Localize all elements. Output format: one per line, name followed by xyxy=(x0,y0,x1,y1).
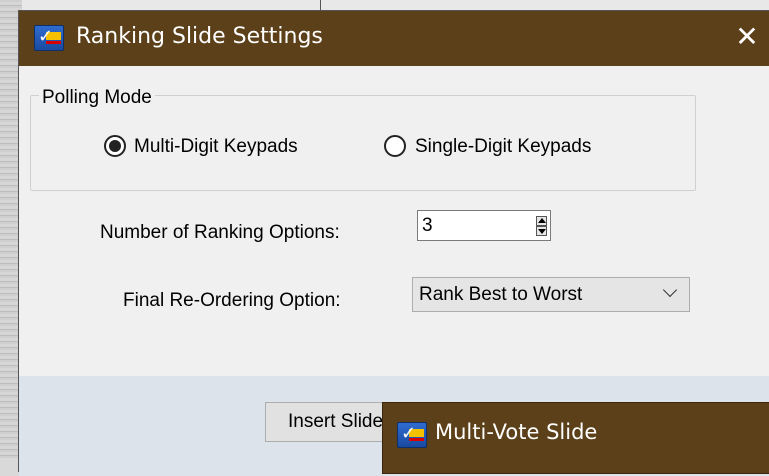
second-dialog-title: Multi-Vote Slide xyxy=(435,420,598,444)
radio-multi-digit-label[interactable]: Multi-Digit Keypads xyxy=(134,136,298,158)
ranking-slide-settings-dialog: ✓ Ranking Slide Settings ✕ Polling Mode … xyxy=(19,11,769,476)
stepper-down-icon[interactable] xyxy=(536,226,547,236)
ranking-options-label: Number of Ranking Options: xyxy=(100,222,340,243)
reorder-option-select[interactable]: Rank Best to Worst xyxy=(412,277,690,312)
radio-multi-digit[interactable] xyxy=(104,135,126,157)
polling-mode-group xyxy=(30,95,696,191)
ranking-options-value[interactable]: 3 xyxy=(422,215,433,237)
app-logo-icon: ✓ xyxy=(34,25,64,51)
reorder-option-value[interactable]: Rank Best to Worst xyxy=(419,284,582,306)
radio-single-digit[interactable] xyxy=(384,135,406,157)
radio-single-digit-label[interactable]: Single-Digit Keypads xyxy=(415,136,591,158)
close-button[interactable]: ✕ xyxy=(729,20,765,56)
multi-vote-slide-dialog: ✓ Multi-Vote Slide xyxy=(383,403,769,473)
stepper-up-icon[interactable] xyxy=(536,216,547,226)
ranking-options-stepper[interactable]: 3 xyxy=(417,210,551,241)
polling-mode-legend: Polling Mode xyxy=(39,87,155,109)
app-logo-icon: ✓ xyxy=(397,422,427,448)
reorder-option-label: Final Re-Ordering Option: xyxy=(123,290,341,311)
dialog-title: Ranking Slide Settings xyxy=(76,24,323,49)
dialog-titlebar: ✓ Ranking Slide Settings ✕ xyxy=(19,11,769,66)
chevron-down-icon[interactable] xyxy=(662,282,678,298)
